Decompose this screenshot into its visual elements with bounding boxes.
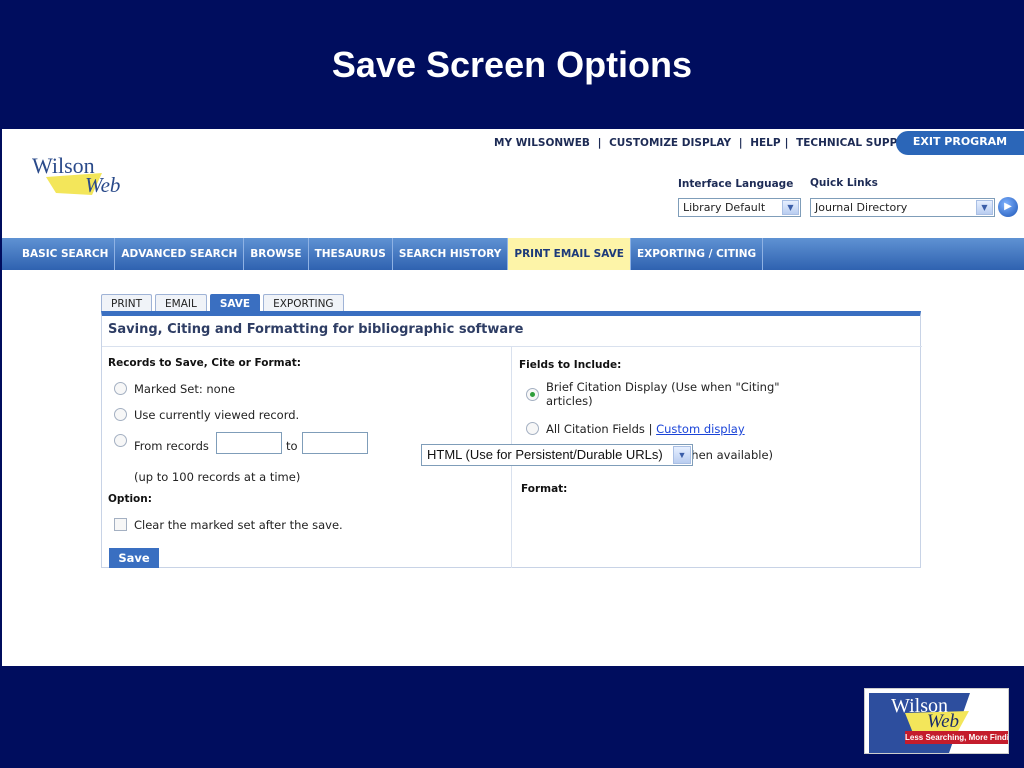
all-citation-label: All Citation Fields | Custom display xyxy=(546,422,745,436)
from-record-input[interactable] xyxy=(216,432,282,454)
top-links: MY WILSONWEB | CUSTOMIZE DISPLAY | HELP |… xyxy=(492,137,923,149)
chevron-down-icon: ▼ xyxy=(782,200,799,215)
current-record-radio[interactable] xyxy=(114,408,127,421)
exit-program-button[interactable]: EXIT PROGRAM xyxy=(896,131,1024,155)
interface-language-label: Interface Language xyxy=(678,178,794,190)
link-customize-display[interactable]: CUSTOMIZE DISPLAY xyxy=(607,137,733,149)
custom-display-link[interactable]: Custom display xyxy=(656,422,745,436)
to-record-input[interactable] xyxy=(302,432,368,454)
browser-screen: Wilson Web MY WILSONWEB | CUSTOMIZE DISP… xyxy=(2,129,1024,666)
tab-advanced-search[interactable]: ADVANCED SEARCH xyxy=(115,238,245,270)
main-nav: BASIC SEARCH ADVANCED SEARCH BROWSE THES… xyxy=(2,238,1024,270)
slide-title: Save Screen Options xyxy=(331,44,693,85)
link-my-wilsonweb[interactable]: MY WILSONWEB xyxy=(492,137,592,149)
link-separator: | xyxy=(784,137,789,149)
limit-note: (up to 100 records at a time) xyxy=(134,470,301,484)
from-records-label: From records xyxy=(134,439,209,453)
tab-thesaurus[interactable]: THESAURUS xyxy=(309,238,393,270)
fields-heading: Fields to Include: xyxy=(519,359,622,371)
quick-links-value: Journal Directory xyxy=(815,201,908,214)
tab-exporting-citing[interactable]: EXPORTING / CITING xyxy=(631,238,764,270)
logo-text-web: Web xyxy=(85,173,121,197)
tab-search-history[interactable]: SEARCH HISTORY xyxy=(393,238,509,270)
quick-links-select[interactable]: Journal Directory ▼ xyxy=(810,198,995,217)
bottom-logo-web: Web xyxy=(927,711,960,732)
brief-citation-label: Brief Citation Display (Use when "Citing… xyxy=(546,380,780,394)
link-separator: | xyxy=(648,422,653,436)
quick-links-label: Quick Links xyxy=(810,177,878,189)
format-heading: Format: xyxy=(521,483,568,495)
save-panel: Saving, Citing and Formatting for biblio… xyxy=(101,311,922,568)
link-separator: | xyxy=(597,137,602,149)
tab-basic-search[interactable]: BASIC SEARCH xyxy=(16,238,116,270)
format-value: HTML (Use for Persistent/Durable URLs) xyxy=(427,447,663,462)
tab-print-email-save[interactable]: PRINT EMAIL SAVE xyxy=(508,238,631,270)
marked-set-label: Marked Set: none xyxy=(134,382,236,396)
wilsonweb-logo[interactable]: Wilson Web xyxy=(30,151,130,203)
from-records-radio[interactable] xyxy=(114,434,127,447)
brief-citation-radio[interactable] xyxy=(526,388,539,401)
interface-language-value: Library Default xyxy=(683,201,766,214)
clear-marked-checkbox[interactable] xyxy=(114,518,127,531)
records-heading: Records to Save, Cite or Format: xyxy=(108,357,301,369)
bottom-wilsonweb-logo: Wilson Web Less Searching, More Finding xyxy=(864,688,1009,754)
chevron-down-icon: ▼ xyxy=(976,200,993,215)
clear-marked-label: Clear the marked set after the save. xyxy=(134,518,343,532)
brief-citation-label-cont: articles) xyxy=(546,394,593,408)
format-select[interactable]: HTML (Use for Persistent/Durable URLs) ▼ xyxy=(421,444,693,466)
to-label: to xyxy=(286,439,298,453)
go-arrow-icon[interactable]: ▶ xyxy=(998,197,1018,217)
link-help[interactable]: HELP xyxy=(748,137,782,149)
bottom-logo-tagline: Less Searching, More Finding xyxy=(905,731,1009,744)
interface-language-select[interactable]: Library Default ▼ xyxy=(678,198,801,217)
link-separator: | xyxy=(738,137,743,149)
option-heading: Option: xyxy=(108,493,152,505)
marked-set-radio[interactable] xyxy=(114,382,127,395)
panel-title: Saving, Citing and Formatting for biblio… xyxy=(108,322,524,337)
tab-browse[interactable]: BROWSE xyxy=(244,238,309,270)
current-record-label: Use currently viewed record. xyxy=(134,408,300,422)
all-citation-radio[interactable] xyxy=(526,422,539,435)
all-citation-text: All Citation Fields xyxy=(546,422,645,436)
divider xyxy=(102,346,922,347)
chevron-down-icon: ▼ xyxy=(673,446,691,464)
save-button[interactable]: Save xyxy=(109,548,159,568)
